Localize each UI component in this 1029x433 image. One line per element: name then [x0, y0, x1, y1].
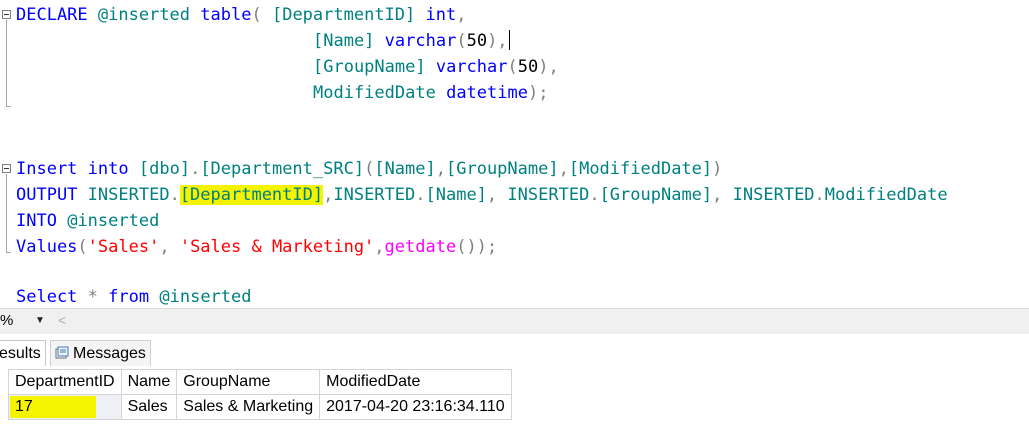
results-table: DepartmentID Name GroupName ModifiedDate… [8, 369, 512, 420]
table-cell[interactable]: 17 [8, 394, 122, 420]
code-line: Insert into [dbo].[Department_SRC]([Name… [16, 159, 723, 179]
collapse-toggle-icon[interactable] [2, 164, 11, 173]
code-line: [Name] varchar(50), [313, 30, 510, 51]
code-line: OUTPUT INSERTED.[DepartmentID],INSERTED.… [16, 185, 948, 205]
code-line: DECLARE @inserted table( [DepartmentID] … [16, 5, 467, 25]
column-header[interactable]: Name [120, 369, 178, 395]
table-cell[interactable]: Sales & Marketing [176, 394, 321, 420]
header-row: DepartmentID Name GroupName ModifiedDate [8, 369, 512, 395]
messages-icon [55, 346, 69, 359]
highlighted-column: [DepartmentID] [179, 185, 324, 205]
zoom-dropdown-icon[interactable]: ▼ [35, 315, 45, 326]
collapse-toggle-icon[interactable] [2, 10, 11, 19]
code-line: Values('Sales', 'Sales & Marketing',getd… [16, 237, 498, 257]
code-line: [GroupName] varchar(50), [313, 57, 559, 77]
tab-results[interactable]: esults [0, 340, 46, 367]
scroll-left-icon[interactable]: < [58, 312, 66, 328]
column-header[interactable]: ModifiedDate [319, 369, 512, 395]
table-cell[interactable]: Sales [120, 394, 178, 420]
results-grid[interactable]: DepartmentID Name GroupName ModifiedDate… [0, 366, 1029, 433]
results-tabbar: esults Messages [0, 334, 1029, 367]
query-editor[interactable]: DECLARE @inserted table( [DepartmentID] … [0, 0, 1029, 308]
text-caret [508, 30, 510, 50]
column-header[interactable]: GroupName [176, 369, 321, 395]
code-line: ModifiedDate datetime); [313, 83, 549, 103]
zoom-bar: % ▼ < [0, 308, 1029, 335]
code-line: INTO @inserted [16, 211, 160, 231]
zoom-level[interactable]: % [0, 312, 13, 329]
table-row[interactable]: 17 Sales Sales & Marketing 2017-04-20 23… [8, 394, 512, 420]
tab-messages[interactable]: Messages [50, 340, 151, 367]
code-line: Select * from @inserted [16, 287, 252, 307]
column-header[interactable]: DepartmentID [8, 369, 122, 395]
outline-gutter [2, 0, 16, 308]
table-cell[interactable]: 2017-04-20 23:16:34.110 [319, 394, 512, 420]
